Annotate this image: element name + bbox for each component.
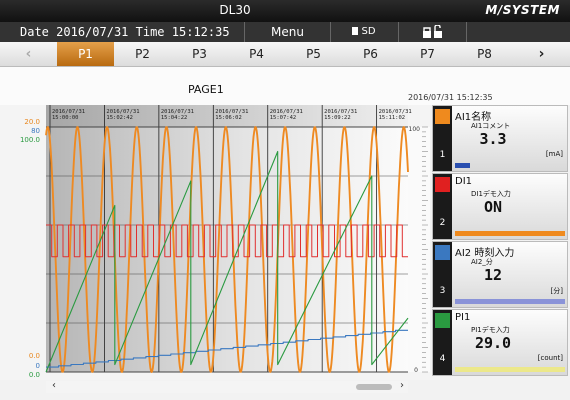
left-scale-min: 0.0	[29, 352, 40, 360]
channel-number: 3	[439, 286, 446, 296]
tab-p3[interactable]: P3	[171, 42, 229, 66]
time-tick-time: 15:02:42	[106, 115, 133, 121]
left-scale-max: 100.0	[20, 136, 40, 144]
channel-name: DI1	[455, 176, 473, 187]
channel-panel[interactable]: 3 AI2 時刻入力 AI2_分 12 [分]	[432, 241, 568, 308]
scroll-right-icon[interactable]: ›	[400, 380, 404, 391]
tab-p5[interactable]: P5	[285, 42, 343, 66]
channel-index-block: 4	[433, 310, 452, 375]
date-value: 2016/07/31	[56, 25, 129, 39]
channel-color-swatch	[435, 177, 450, 192]
time-tick-time: 15:09:22	[324, 115, 351, 121]
date-label: Date	[20, 25, 49, 39]
sd-card-button[interactable]: SD	[330, 22, 399, 42]
channel-value: 29.0	[474, 334, 512, 352]
app-title: DL30	[219, 3, 251, 17]
channel-value: 3.3	[479, 130, 507, 148]
channel-panel[interactable]: 4 PI1 PI1デモ入力 29.0 [count]	[432, 309, 568, 376]
date-time-display: Date 2016/07/31 Time 15:12:35	[0, 22, 245, 42]
scroll-left-icon[interactable]: ‹	[52, 380, 56, 391]
time-tick-time: 15:06:02	[215, 115, 242, 121]
time-tick-time: 15:00:00	[52, 115, 79, 121]
channel-index-block: 2	[433, 174, 452, 239]
tab-p7[interactable]: P7	[399, 42, 457, 66]
tab-p1[interactable]: P1	[57, 42, 115, 66]
channel-color-swatch	[435, 313, 450, 328]
lock-unlock-icon	[423, 24, 442, 38]
channel-panel[interactable]: 1 AI1名称 AI1コメント 3.3 [mA]	[432, 105, 568, 172]
time-label: Time	[135, 25, 165, 39]
channel-index-block: 3	[433, 242, 452, 307]
time-tick-time: 15:11:02	[379, 115, 406, 121]
left-scale-min: 0	[36, 362, 40, 370]
channel-unit: [count]	[537, 354, 563, 362]
scroll-thumb[interactable]	[356, 384, 392, 390]
time-tick-time: 15:07:42	[270, 115, 297, 121]
channel-index-block: 1	[433, 106, 452, 171]
channel-level-bar	[455, 299, 565, 304]
menu-button[interactable]: Menu	[245, 22, 331, 42]
channel-unit: [mA]	[545, 150, 563, 158]
tab-p2[interactable]: P2	[114, 42, 172, 66]
channel-value: ON	[483, 198, 503, 216]
brand-logo: M/SYSTEM	[485, 3, 560, 17]
channel-number: 2	[439, 218, 446, 228]
channel-level-bar	[455, 367, 565, 372]
channel-level-bar	[455, 231, 565, 236]
channel-number: 4	[439, 354, 446, 364]
channel-level-bar	[455, 163, 470, 168]
tab-p6[interactable]: P6	[342, 42, 400, 66]
channel-color-swatch	[435, 109, 450, 124]
left-scale-max: 20.0	[24, 118, 40, 126]
page-tabs: ‹ P1 P2 P3 P4 P5 P6 P7 P8 ›	[0, 42, 570, 67]
sd-label: SD	[361, 26, 376, 37]
time-value: 15:12:35	[171, 25, 230, 39]
channel-color-swatch	[435, 245, 450, 260]
channel-number: 1	[439, 150, 446, 160]
channel-panel[interactable]: 2 DI1 DI1デモ入力 ON	[432, 173, 568, 240]
status-bar: Date 2016/07/31 Time 15:12:35 Menu SD	[0, 22, 570, 42]
channel-unit: [分]	[550, 287, 563, 295]
chart-scrollbar[interactable]: ‹ ›	[46, 380, 408, 393]
right-scale-min: 0	[414, 367, 418, 374]
page-title: PAGE1	[188, 83, 224, 96]
time-tick-time: 15:04:22	[161, 115, 188, 121]
sd-card-icon	[352, 27, 359, 35]
title-bar: DL30 M/SYSTEM	[0, 0, 570, 22]
tab-next-icon[interactable]: ›	[513, 42, 570, 66]
dl30-screen: DL30 M/SYSTEM Date 2016/07/31 Time 15:12…	[0, 0, 570, 400]
lock-button[interactable]	[398, 22, 467, 42]
tab-prev-icon[interactable]: ‹	[0, 42, 58, 66]
tab-p4[interactable]: P4	[228, 42, 286, 66]
tab-p8[interactable]: P8	[456, 42, 514, 66]
trend-chart[interactable]: 2016/07/3115:00:002016/07/3115:02:422016…	[0, 105, 430, 380]
left-scale-max: 80	[31, 127, 40, 135]
page-header: PAGE1 2016/07/31 15:12:35	[0, 67, 570, 105]
left-scale-min: 0.0	[29, 371, 40, 379]
page-timestamp: 2016/07/31 15:12:35	[408, 93, 493, 102]
channel-name: PI1	[455, 312, 471, 323]
channel-value: 12	[483, 266, 503, 284]
right-scale-max: 100	[409, 126, 421, 133]
